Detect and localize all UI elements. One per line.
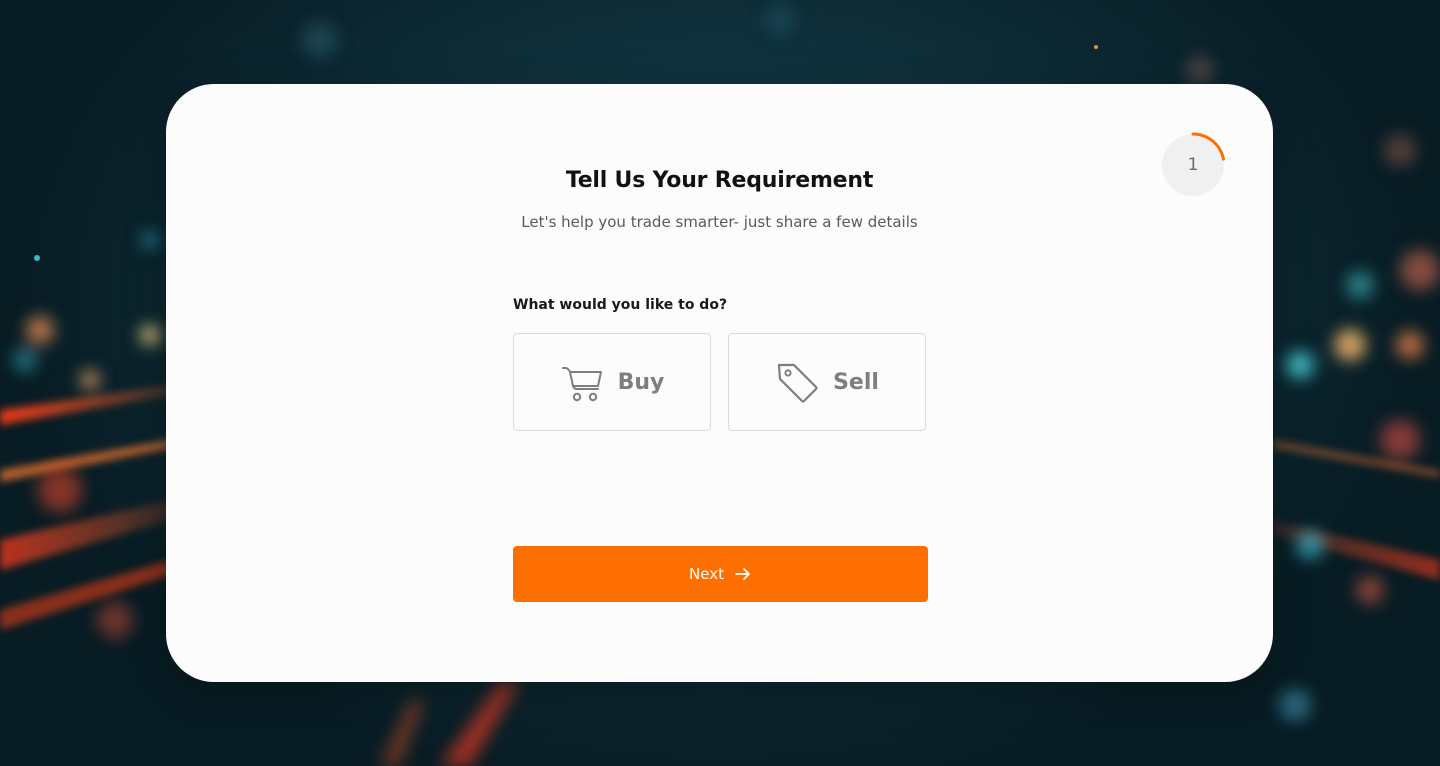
sell-option-label: Sell xyxy=(833,369,879,395)
page-title: Tell Us Your Requirement xyxy=(565,168,874,193)
buy-option-label: Buy xyxy=(617,369,665,395)
sell-option-button[interactable]: Sell xyxy=(728,333,926,431)
arrow-right-icon xyxy=(734,565,752,583)
shopping-cart-icon xyxy=(560,360,604,404)
buy-option-button[interactable]: Buy xyxy=(513,333,711,431)
requirement-card: 1 Tell Us Your Requirement Let's help yo… xyxy=(166,84,1273,682)
next-button-label: Next xyxy=(689,565,724,583)
next-button[interactable]: Next xyxy=(513,546,928,602)
question-label: What would you like to do? xyxy=(513,297,728,313)
page-subtitle: Let's help you trade smarter- just share… xyxy=(521,213,918,231)
price-tag-icon xyxy=(775,360,819,404)
